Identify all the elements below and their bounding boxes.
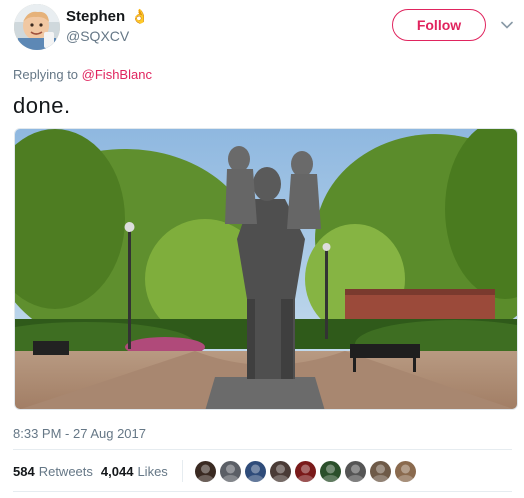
- stats-separator: [181, 460, 183, 482]
- divider-bottom: [13, 491, 512, 492]
- tweet-header: Stephen 👌 @SQXCV Follow: [12, 4, 514, 52]
- liker-avatar[interactable]: [269, 460, 291, 482]
- liker-avatar[interactable]: [219, 460, 241, 482]
- retweets-count: 584: [13, 463, 35, 479]
- replying-to: Replying to @FishBlanc: [13, 67, 152, 82]
- liker-avatars: [194, 460, 416, 482]
- liker-avatar[interactable]: [344, 460, 366, 482]
- tweet-photo[interactable]: [14, 128, 518, 410]
- liker-avatar[interactable]: [244, 460, 266, 482]
- liker-avatar[interactable]: [194, 460, 216, 482]
- user-handle[interactable]: @SQXCV: [66, 28, 129, 44]
- avatar-icon: [397, 464, 414, 482]
- tweet-timestamp[interactable]: 8:33 PM - 27 Aug 2017: [13, 426, 146, 441]
- avatar-icon: [197, 464, 214, 482]
- avatar-icon: [247, 464, 264, 482]
- user-avatar[interactable]: [14, 4, 60, 50]
- liker-avatar[interactable]: [319, 460, 341, 482]
- likes-label: Likes: [137, 463, 168, 479]
- liker-avatar[interactable]: [369, 460, 391, 482]
- engagement-stats: 584 Retweets 4,044 Likes: [13, 460, 416, 482]
- divider-top: [13, 449, 512, 450]
- tweet-text: done.: [13, 93, 71, 118]
- profile-photo-icon: [14, 4, 60, 50]
- replying-prefix: Replying to: [13, 67, 79, 82]
- retweets-stat[interactable]: 584 Retweets: [13, 464, 93, 479]
- follow-button[interactable]: Follow: [392, 9, 486, 41]
- likes-stat[interactable]: 4,044 Likes: [101, 464, 168, 479]
- reply-to-handle-link[interactable]: @FishBlanc: [82, 67, 152, 82]
- display-name[interactable]: Stephen: [66, 8, 125, 25]
- photo-statue-in-park-icon: [15, 129, 517, 409]
- avatar-icon: [297, 464, 314, 482]
- avatar-icon: [322, 464, 339, 482]
- liker-avatar[interactable]: [394, 460, 416, 482]
- ok-hand-emoji-icon: 👌: [131, 8, 149, 24]
- avatar-icon: [372, 464, 389, 482]
- likes-count: 4,044: [100, 463, 134, 479]
- chevron-down-icon[interactable]: [500, 18, 514, 32]
- avatar-icon: [272, 464, 289, 482]
- avatar-icon: [222, 464, 239, 482]
- avatar-icon: [347, 464, 364, 482]
- retweets-label: Retweets: [38, 463, 93, 479]
- liker-avatar[interactable]: [294, 460, 316, 482]
